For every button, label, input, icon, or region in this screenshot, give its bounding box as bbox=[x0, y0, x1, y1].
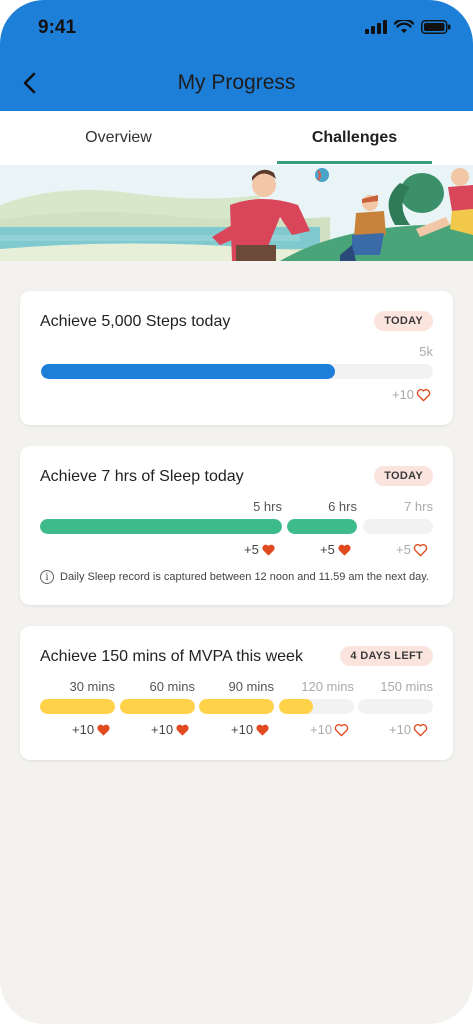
heart-filled-icon bbox=[338, 544, 351, 556]
mvpa-segment-track bbox=[358, 699, 433, 714]
mvpa-segment-track bbox=[40, 699, 115, 714]
segment-label: 60 mins bbox=[149, 679, 195, 694]
heart-filled-icon bbox=[176, 724, 189, 736]
status-time: 9:41 bbox=[38, 17, 77, 38]
tab-overview[interactable]: Overview bbox=[0, 111, 237, 165]
reward: +10 bbox=[72, 722, 111, 737]
reward-points: +10 bbox=[231, 722, 254, 737]
signal-icon bbox=[365, 20, 387, 39]
heart-outline-icon bbox=[334, 723, 349, 736]
challenge-card-steps[interactable]: Achieve 5,000 Steps today TODAY 5k +10 bbox=[20, 291, 453, 425]
active-tab-indicator bbox=[277, 161, 432, 164]
reward: +10 bbox=[151, 722, 190, 737]
wifi-icon bbox=[393, 18, 415, 39]
segment-label: 150 mins bbox=[380, 679, 433, 694]
reward-points: +5 bbox=[396, 542, 411, 557]
status-badge: TODAY bbox=[374, 311, 433, 331]
tab-challenges[interactable]: Challenges bbox=[277, 111, 432, 165]
info-icon[interactable]: i bbox=[40, 570, 54, 584]
reward-points: +5 bbox=[244, 542, 259, 557]
heart-filled-icon bbox=[262, 544, 275, 556]
challenge-title: Achieve 150 mins of MVPA this week bbox=[40, 648, 303, 665]
challenge-title: Achieve 7 hrs of Sleep today bbox=[40, 468, 244, 485]
reward: +10 bbox=[231, 722, 270, 737]
battery-icon bbox=[421, 20, 451, 39]
reward: +5 bbox=[244, 542, 276, 557]
heart-outline-icon bbox=[413, 723, 428, 736]
goal-label: 5k bbox=[419, 344, 433, 359]
sleep-info-note: i Daily Sleep record is captured between… bbox=[40, 570, 429, 584]
mvpa-segment-fill bbox=[279, 699, 313, 714]
reward-points: +10 bbox=[151, 722, 174, 737]
reward: +10 bbox=[310, 722, 349, 737]
steps-progress-fill bbox=[41, 364, 335, 379]
phone-screen: 9:41 My Progress Overview Challenges Ach… bbox=[0, 0, 473, 1024]
heart-outline-icon bbox=[413, 543, 428, 556]
sleep-segment-track bbox=[363, 519, 433, 534]
challenge-card-mvpa[interactable]: Achieve 150 mins of MVPA this week 4 DAY… bbox=[20, 626, 453, 760]
segment-label: 90 mins bbox=[228, 679, 274, 694]
segment-label: 7 hrs bbox=[404, 499, 433, 514]
sleep-note-text: Daily Sleep record is captured between 1… bbox=[60, 571, 429, 583]
reward-points: +10 bbox=[391, 387, 414, 402]
status-badge: TODAY bbox=[374, 466, 433, 486]
status-icons bbox=[365, 18, 451, 39]
segment-label: 6 hrs bbox=[328, 499, 357, 514]
heart-filled-icon bbox=[97, 724, 110, 736]
segment-label: 5 hrs bbox=[253, 499, 282, 514]
mvpa-segment-fill bbox=[120, 699, 195, 714]
tab-bar: Overview Challenges bbox=[0, 111, 473, 165]
reward-points: +10 bbox=[389, 722, 412, 737]
mvpa-segment-fill bbox=[199, 699, 274, 714]
sleep-segment-fill bbox=[40, 519, 282, 534]
page-title: My Progress bbox=[177, 71, 296, 94]
reward: +5 bbox=[396, 542, 428, 557]
reward-points: +5 bbox=[320, 542, 335, 557]
mvpa-segment-fill bbox=[40, 699, 115, 714]
reward-points: +10 bbox=[310, 722, 333, 737]
sleep-segment-track bbox=[40, 519, 282, 534]
sleep-segment-track bbox=[287, 519, 357, 534]
mvpa-segment-track bbox=[199, 699, 274, 714]
reward-points: +10 bbox=[72, 722, 95, 737]
heart-outline-icon bbox=[416, 388, 431, 401]
status-badge: 4 DAYS LEFT bbox=[340, 646, 433, 666]
reward: +10 bbox=[392, 387, 431, 402]
app-header: 9:41 My Progress bbox=[0, 0, 473, 111]
segment-label: 120 mins bbox=[301, 679, 354, 694]
mvpa-segment-track bbox=[120, 699, 195, 714]
mvpa-segment-track bbox=[279, 699, 354, 714]
sleep-segment-fill bbox=[287, 519, 357, 534]
challenge-title: Achieve 5,000 Steps today bbox=[40, 313, 231, 330]
challenge-card-sleep[interactable]: Achieve 7 hrs of Sleep today TODAY 5 hrs… bbox=[20, 446, 453, 605]
reward: +10 bbox=[389, 722, 428, 737]
challenges-banner-illustration bbox=[0, 165, 473, 261]
segment-label: 30 mins bbox=[69, 679, 115, 694]
steps-progress-track bbox=[41, 364, 433, 379]
reward: +5 bbox=[320, 542, 352, 557]
heart-filled-icon bbox=[256, 724, 269, 736]
